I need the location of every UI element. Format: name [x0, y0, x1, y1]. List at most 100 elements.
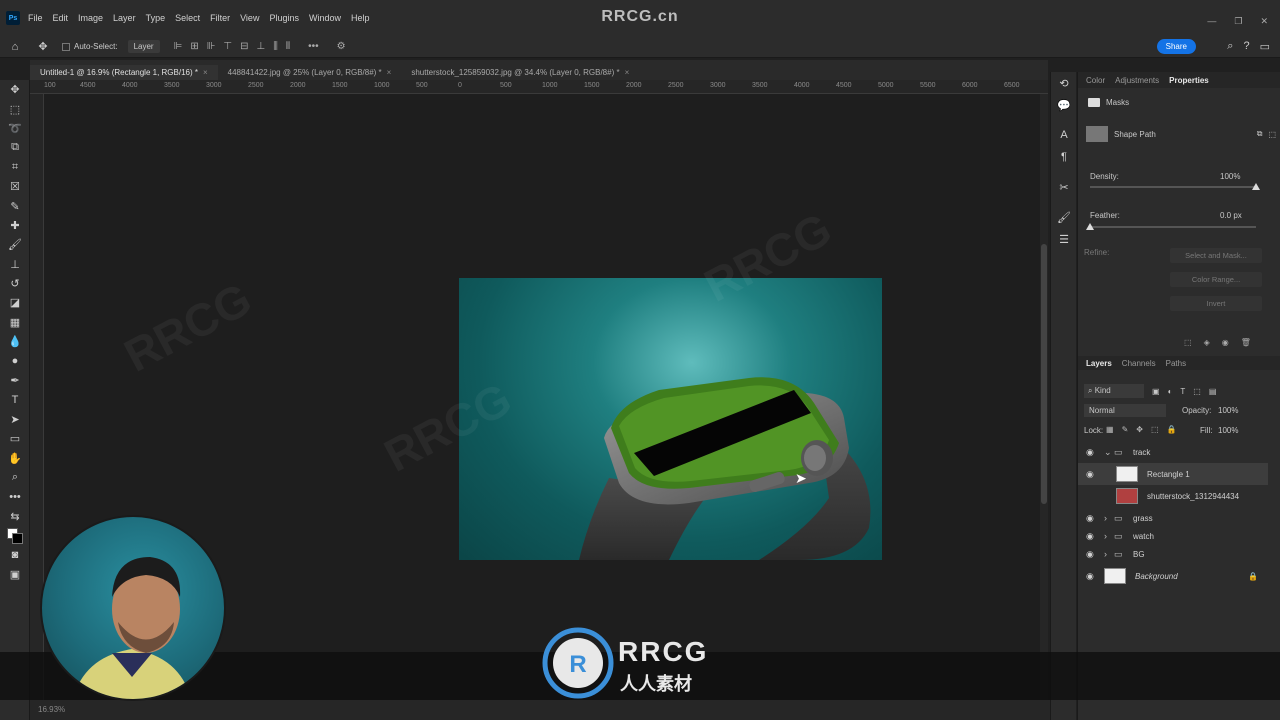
feather-slider-handle[interactable] — [1086, 223, 1094, 230]
restore-icon[interactable]: ❐ — [1234, 16, 1242, 27]
layer-row[interactable]: ◉ ⌄ ▭ track — [1078, 442, 1268, 462]
close-tab-icon[interactable]: × — [625, 68, 630, 77]
align-center-icon[interactable]: ⊞ — [190, 41, 198, 52]
density-slider[interactable] — [1090, 183, 1260, 190]
doc-tab-448841422[interactable]: 448841422.jpg @ 25% (Layer 0, RGB/8#) * × — [218, 65, 402, 80]
density-slider-handle[interactable] — [1252, 183, 1260, 190]
close-icon[interactable]: ✕ — [1260, 16, 1268, 27]
apply-mask-icon[interactable]: ◈ — [1204, 338, 1210, 347]
help-icon[interactable]: ? — [1243, 40, 1249, 53]
crop-icon[interactable]: ⌗ — [0, 158, 30, 177]
quick-mask-icon[interactable]: ◙ — [0, 545, 30, 564]
auto-select-target-dropdown[interactable]: Layer — [127, 40, 160, 53]
layer-row[interactable]: ◉ Background 🔒 — [1078, 565, 1268, 587]
rectangle-icon[interactable]: ▭ — [0, 429, 30, 448]
share-button[interactable]: Share — [1156, 39, 1196, 54]
brush-icon[interactable]: 🖌 — [0, 235, 30, 254]
minimize-icon[interactable]: — — [1207, 16, 1216, 27]
tab-color[interactable]: Color — [1086, 76, 1105, 85]
document-canvas[interactable]: ➤ — [459, 278, 882, 560]
align-top-icon[interactable]: ⊤ — [223, 41, 232, 52]
more-tools-icon[interactable]: ••• — [0, 487, 30, 506]
visibility-eye-icon[interactable]: ◉ — [1086, 549, 1094, 560]
eraser-icon[interactable]: ◪ — [0, 293, 30, 312]
layer-row[interactable]: ◉ › ▭ watch — [1078, 526, 1268, 546]
dodge-icon[interactable]: ● — [0, 351, 30, 370]
fill-value[interactable]: 100% — [1218, 426, 1238, 435]
invert-button[interactable]: Invert — [1170, 296, 1262, 311]
filter-smart-icon[interactable]: ▤ — [1209, 387, 1217, 396]
visibility-eye-icon[interactable]: ◉ — [1086, 531, 1094, 542]
color-range-button[interactable]: Color Range... — [1170, 272, 1262, 287]
align-left-icon[interactable]: ⊫ — [174, 41, 183, 52]
hand-icon[interactable]: ✋ — [0, 448, 30, 467]
history-brush-icon[interactable]: ↺ — [0, 274, 30, 293]
visibility-eye-icon[interactable]: ◉ — [1086, 447, 1094, 458]
add-mask-icon[interactable]: ⧉ — [1257, 129, 1263, 139]
distribute-v-icon[interactable]: ⫴ — [286, 41, 290, 52]
expand-chevron-icon[interactable]: ⌄ — [1104, 447, 1112, 458]
character-icon[interactable]: A — [1051, 124, 1077, 146]
move-icon[interactable]: ✥ — [0, 80, 30, 99]
visibility-eye-icon[interactable]: ◉ — [1086, 469, 1094, 480]
visibility-eye-icon[interactable]: ◉ — [1086, 571, 1094, 582]
type-icon[interactable]: T — [0, 390, 30, 409]
tab-adjustments[interactable]: Adjustments — [1115, 76, 1159, 85]
filter-type-icon[interactable]: T — [1180, 387, 1185, 396]
swap-colors-icon[interactable]: ⇆ — [0, 507, 30, 526]
layer-row[interactable]: shutterstock_1312944434 — [1078, 486, 1268, 506]
align-bottom-icon[interactable]: ⊥ — [257, 41, 266, 52]
doc-tab-shutterstock[interactable]: shutterstock_125859032.jpg @ 34.4% (Laye… — [401, 65, 639, 80]
path-selection-icon[interactable]: ➤ — [0, 410, 30, 429]
tab-properties[interactable]: Properties — [1169, 76, 1209, 85]
scrollbar-thumb[interactable] — [1041, 244, 1047, 504]
color-swatches-icon[interactable] — [0, 526, 30, 545]
zoom-icon[interactable]: ⌕ — [0, 468, 30, 487]
paragraph-icon[interactable]: ¶ — [1051, 146, 1077, 168]
comments-icon[interactable]: 💬 — [1051, 94, 1077, 116]
distribute-icon[interactable]: ⫼ — [273, 41, 278, 52]
blur-icon[interactable]: 💧 — [0, 332, 30, 351]
visibility-icon[interactable]: ◉ — [1222, 338, 1229, 347]
pen-icon[interactable]: ✒ — [0, 371, 30, 390]
feather-slider[interactable] — [1086, 223, 1256, 230]
close-tab-icon[interactable]: × — [203, 68, 208, 77]
filter-adjustment-icon[interactable]: ◐ — [1168, 387, 1173, 396]
clone-stamp-icon[interactable]: ⊥ — [0, 255, 30, 274]
visibility-eye-icon[interactable]: ◉ — [1086, 513, 1094, 524]
density-value[interactable]: 100% — [1220, 172, 1240, 181]
expand-chevron-icon[interactable]: › — [1104, 549, 1107, 559]
tab-channels[interactable]: Channels — [1122, 359, 1156, 368]
workspace-icon[interactable]: ▭ — [1260, 40, 1270, 53]
frame-icon[interactable]: ☒ — [0, 177, 30, 196]
move-tool-icon[interactable]: ✥ — [36, 40, 50, 54]
layer-row-selected[interactable]: ◉ Rectangle 1 — [1078, 463, 1268, 485]
vertical-scrollbar[interactable] — [1040, 94, 1048, 704]
lock-transparent-icon[interactable]: ▦ — [1106, 425, 1114, 434]
load-selection-icon[interactable]: ⬚ — [1184, 338, 1192, 347]
settings-gear-icon[interactable]: ⚙ — [337, 41, 346, 52]
home-icon[interactable]: ⌂ — [8, 40, 22, 54]
tab-paths[interactable]: Paths — [1166, 359, 1186, 368]
expand-chevron-icon[interactable]: › — [1104, 531, 1107, 541]
filter-pixel-icon[interactable]: ▣ — [1152, 387, 1160, 396]
adjustments-sliders-icon[interactable]: ☰ — [1051, 228, 1077, 250]
align-middle-icon[interactable]: ⊟ — [240, 41, 248, 52]
marquee-icon[interactable]: ⬚ — [0, 99, 30, 118]
layer-row[interactable]: ◉ › ▭ BG — [1078, 544, 1268, 564]
doc-tab-untitled[interactable]: Untitled-1 @ 16.9% (Rectangle 1, RGB/16)… — [30, 65, 218, 80]
lasso-icon[interactable]: ➰ — [0, 119, 30, 138]
filter-kind-dropdown[interactable]: ⌕ Kind — [1084, 384, 1144, 398]
search-icon[interactable]: ⌕ — [1227, 40, 1233, 53]
lock-artboard-icon[interactable]: ⬚ — [1151, 425, 1159, 434]
delete-mask-icon[interactable]: 🗑 — [1241, 338, 1251, 347]
lock-all-icon[interactable]: 🔒 — [1167, 425, 1177, 434]
blend-mode-dropdown[interactable]: Normal — [1084, 404, 1166, 417]
lock-paint-icon[interactable]: ✎ — [1122, 425, 1129, 434]
tab-layers[interactable]: Layers — [1086, 359, 1112, 368]
expand-chevron-icon[interactable]: › — [1104, 513, 1107, 523]
lock-position-icon[interactable]: ✥ — [1136, 425, 1143, 434]
object-select-icon[interactable]: ⧉ — [0, 138, 30, 157]
vector-mask-icon[interactable]: ⬚ — [1268, 130, 1276, 139]
screen-mode-icon[interactable]: ▣ — [0, 565, 30, 584]
